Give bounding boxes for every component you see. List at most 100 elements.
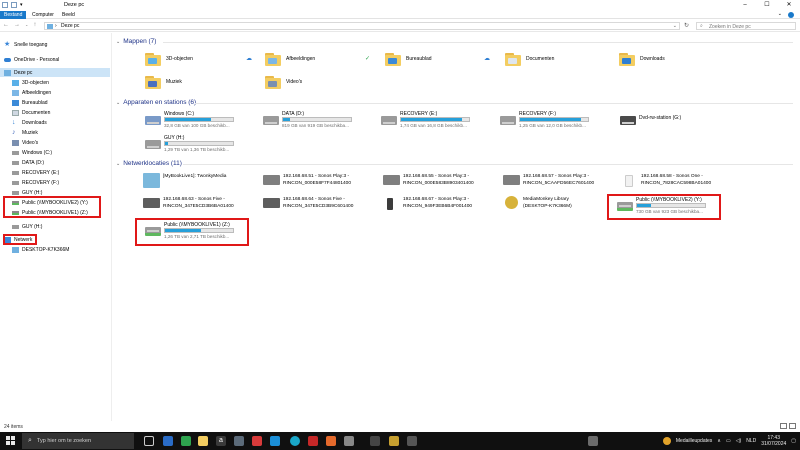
network-item-sonos-58[interactable]: 192.168.68.58 - Sonos One - RINCON_7828C… — [619, 171, 739, 191]
recent-locations-icon[interactable]: ⌄ — [25, 22, 28, 28]
view-toggle — [780, 423, 796, 429]
language-indicator[interactable]: NLD — [746, 438, 756, 444]
sidebar-item-music[interactable]: ♪ Muziek — [12, 128, 122, 137]
sidebar-item-pictures[interactable]: Afbeeldingen — [12, 88, 122, 97]
chevron-down-icon: ⌄ — [116, 39, 121, 45]
taskbar-app-icon[interactable] — [344, 436, 354, 446]
sonos-device-icon — [383, 175, 400, 185]
network-item-twonky[interactable]: [MyBookLive1]: TwonkyMedia — [141, 171, 261, 191]
taskbar-app-icon[interactable] — [252, 436, 262, 446]
network-item-sonos-67[interactable]: 192.168.68.67 - Sonos Play:3 - RINCON_94… — [381, 194, 501, 214]
tab-beeld[interactable]: Beeld — [58, 11, 79, 19]
amazon-icon[interactable]: a — [216, 436, 226, 446]
folder-icon — [145, 52, 161, 66]
file-explorer-icon[interactable] — [198, 436, 208, 446]
section-header-network[interactable]: ⌄ Netwerklocaties (11) — [116, 160, 182, 167]
address-field[interactable]: › Deze pc ⌄ — [44, 22, 680, 30]
notifications-icon[interactable]: ▢ — [791, 438, 796, 444]
folder-music[interactable]: Muziek — [145, 73, 265, 91]
taskbar-app-icon[interactable] — [326, 436, 336, 446]
taskbar-app-icon[interactable] — [308, 436, 318, 446]
network-item-sonos-55[interactable]: 192.168.68.55 - Sonos Play:3 - RINCON_00… — [381, 171, 501, 191]
network-item-sonos-64[interactable]: 192.168.68.64 - Sonos Five - RINCON_347E… — [261, 194, 381, 214]
taskbar-app-icon[interactable] — [234, 436, 244, 446]
back-arrow-icon[interactable]: ← — [3, 22, 9, 28]
drive-f[interactable]: RECOVERY (F:) 1,25 GB van 12,0 GB beschi… — [498, 110, 618, 132]
search-box[interactable]: ⌕ — [696, 22, 796, 30]
notification-text[interactable]: Medailleupdates — [676, 438, 712, 444]
expand-ribbon-icon[interactable]: ⌄ — [778, 11, 782, 17]
refresh-icon[interactable]: ↻ — [684, 22, 689, 29]
edge-browser-icon[interactable] — [290, 436, 300, 446]
highlight-box — [607, 194, 721, 220]
taskbar-app-icon[interactable] — [407, 436, 417, 446]
sidebar-item-desktop-pc[interactable]: DESKTOP-K7K366M — [12, 245, 122, 254]
clock[interactable]: 17:43 31/07/2024 — [761, 435, 786, 447]
taskbar: ⌕ Typ hier om te zoeken a Medailleupdate… — [0, 432, 800, 450]
sidebar-item-quick-access[interactable]: ★ Snelle toegang — [4, 40, 114, 49]
taskbar-app-icon[interactable] — [163, 436, 173, 446]
sidebar-item-this-pc[interactable]: Deze pc — [0, 68, 110, 77]
folder-icon — [385, 52, 401, 66]
drive-icon — [12, 160, 19, 165]
drive-e[interactable]: RECOVERY (E:) 1,74 GB van 16,8 GB beschi… — [379, 110, 499, 132]
drive-dvd-g[interactable]: Dvd-rw-station (G:) — [618, 110, 738, 132]
taskbar-app-icon[interactable] — [181, 436, 191, 446]
tab-computer[interactable]: Computer — [28, 11, 58, 19]
chevron-right-icon: › — [55, 23, 57, 29]
tiles-view-icon[interactable] — [789, 423, 796, 429]
drive-icon — [12, 170, 19, 175]
show-hidden-icons-icon[interactable]: ∧ — [717, 438, 721, 444]
forward-arrow-icon[interactable]: → — [14, 22, 20, 28]
customize-toolbar-icon[interactable]: ▾ — [20, 2, 24, 8]
network-item-mediamonkey[interactable]: MediaMonkey Library (DESKTOP-K7K366M) — [501, 194, 621, 214]
section-header-folders[interactable]: ⌄ Mappen (7) — [116, 38, 156, 45]
network-item-sonos-57[interactable]: 192.168.68.57 - Sonos Play:3 - RINCON_5C… — [501, 171, 621, 191]
sidebar-item-drive-d[interactable]: DATA (D:) — [12, 158, 122, 167]
section-header-devices[interactable]: ⌄ Apparaten en stations (6) — [116, 99, 196, 106]
drive-d[interactable]: DATA (D:) 819 GB van 919 GB beschikba... — [261, 110, 381, 132]
properties-icon[interactable] — [2, 2, 8, 8]
taskbar-app-icon[interactable] — [270, 436, 280, 446]
sidebar-item-videos[interactable]: Video's — [12, 138, 122, 147]
up-arrow-icon[interactable]: ↑ — [33, 22, 36, 28]
volume-icon[interactable]: ◁) — [736, 438, 742, 444]
taskbar-app-icon[interactable] — [588, 436, 598, 446]
folder-downloads[interactable]: Downloads — [619, 50, 739, 68]
sidebar-item-downloads[interactable]: ↓ Downloads — [12, 118, 122, 127]
highlight-box — [135, 218, 249, 246]
minimize-button[interactable]: – — [734, 0, 756, 11]
cloud-sync-icon: ☁ — [484, 56, 490, 62]
close-button[interactable]: ✕ — [778, 0, 800, 11]
sidebar-item-drive-f[interactable]: RECOVERY (F:) — [12, 178, 122, 187]
folder-videos[interactable]: Video's — [265, 73, 385, 91]
tab-bestand[interactable]: Bestand — [0, 11, 27, 19]
drive-c[interactable]: Windows (C:) 32,8 GB van 100 GB beschikb… — [143, 110, 263, 132]
taskbar-app-icon[interactable] — [389, 436, 399, 446]
network-item-sonos-63[interactable]: 192.168.68.63 - Sonos Five - RINCON_347E… — [141, 194, 261, 214]
sidebar-item-guy-h[interactable]: GUY (H:) — [12, 222, 122, 231]
details-view-icon[interactable] — [780, 423, 787, 429]
network-item-sonos-51[interactable]: 192.168.68.51 - Sonos Play:3 - RINCON_00… — [261, 171, 381, 191]
taskbar-search-box[interactable]: ⌕ Typ hier om te zoeken — [22, 433, 134, 449]
sidebar-item-3d-objects[interactable]: 3D-objecten — [12, 78, 122, 87]
maximize-button[interactable]: ☐ — [756, 0, 778, 11]
folder-documents[interactable]: Documenten — [505, 50, 625, 68]
sidebar-item-desktop[interactable]: Bureaublad — [12, 98, 122, 107]
drive-icon — [263, 116, 279, 125]
help-icon[interactable] — [788, 12, 794, 18]
search-input[interactable] — [709, 23, 793, 30]
windows-start-icon[interactable] — [6, 436, 16, 446]
sidebar-item-drive-e[interactable]: RECOVERY (E:) — [12, 168, 122, 177]
sidebar-item-onedrive[interactable]: OneDrive - Personal — [4, 55, 114, 64]
sidebar-item-drive-c[interactable]: Windows (C:) — [12, 148, 122, 157]
folder-icon — [265, 52, 281, 66]
new-folder-icon[interactable] — [11, 2, 17, 8]
taskbar-app-icon[interactable] — [370, 436, 380, 446]
chevron-down-icon[interactable]: ⌄ — [673, 23, 677, 29]
task-view-icon[interactable] — [144, 436, 154, 446]
drive-h[interactable]: GUY (H:) 1,29 TB van 1,36 TB beschikb... — [143, 134, 263, 156]
network-tray-icon[interactable]: ▭ — [726, 438, 731, 444]
sidebar-item-documents[interactable]: Documenten — [12, 108, 122, 117]
address-text: Deze pc — [61, 23, 80, 29]
